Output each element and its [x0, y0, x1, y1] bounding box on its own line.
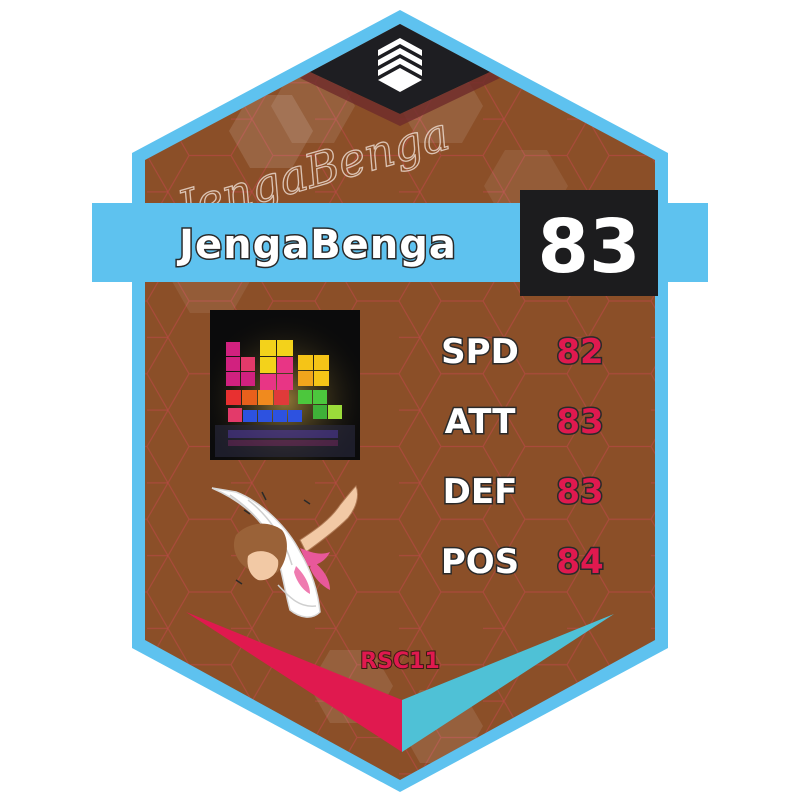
player-card-graphic: JengaBenga JengaBenga 83 SPD 82 ATT 83 D… [92, 10, 708, 792]
stat-label: ATT [445, 402, 517, 442]
stat-label: SPD [441, 332, 519, 372]
stat-value: 83 [556, 472, 603, 512]
stat-label: DEF [443, 472, 518, 512]
overall-rating: 83 [538, 204, 641, 290]
stat-label: POS [441, 542, 519, 582]
player-avatar-image [210, 310, 360, 460]
team-tag: RSC11 [360, 649, 440, 674]
stat-value: 84 [556, 542, 603, 582]
stat-value: 82 [556, 332, 603, 372]
stat-value: 83 [556, 402, 603, 442]
player-name: JengaBenga [176, 222, 457, 268]
player-card: JengaBenga JengaBenga 83 SPD 82 ATT 83 D… [0, 0, 800, 800]
